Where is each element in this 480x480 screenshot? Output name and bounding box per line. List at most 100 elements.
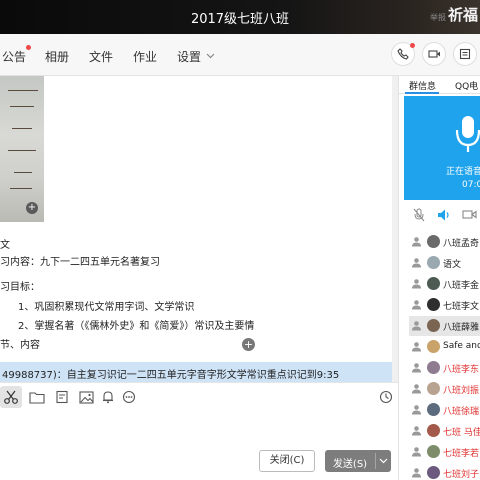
member-row[interactable]: 八班刘振 [409,379,480,399]
tab-qq-call[interactable]: QQ电 [455,79,478,92]
tab-settings[interactable]: 设置 [177,48,201,65]
member-name: Safe and [443,341,480,351]
tab-files[interactable]: 文件 [89,48,113,65]
notify-button[interactable] [97,386,119,408]
divider [375,453,376,469]
voice-timer: 07:0 [462,180,480,190]
message-line: 2、掌握名著（《儒林外史》和《简爱》）常识及主要情 [18,321,255,332]
avatar[interactable] [427,277,440,290]
avatar[interactable] [427,319,440,332]
video-camera-icon[interactable] [462,209,477,220]
close-button[interactable]: 关闭(C) [259,450,315,472]
avatar[interactable] [427,235,440,248]
person-icon [412,258,421,268]
zoom-icon[interactable]: + [242,338,255,351]
history-button[interactable] [375,386,397,408]
member-row[interactable]: 八班薛雅 [409,316,480,336]
person-icon [412,279,421,289]
person-icon [412,342,421,352]
avatar[interactable] [427,361,440,374]
group-nav-bar: 公告 相册 文件 作业 设置 [0,34,480,76]
member-row[interactable]: 七班李若 [409,442,480,462]
highlighted-message-text: 49988737)：自主复习识记一二四五单元字音字形文学常识重点识记到9:35 [2,370,340,381]
folder-icon [29,392,45,404]
voice-controls [404,204,480,226]
avatar[interactable] [427,424,440,437]
highlighted-message: 49988737)：自主复习识记一二四五单元字音字形文学常识重点识记到9:35 [0,362,392,382]
tab-homework[interactable]: 作业 [133,48,157,65]
chevron-down-icon[interactable] [379,454,388,468]
sticker-button[interactable] [51,386,73,408]
notification-dot [410,43,415,48]
member-name: 七班李若 [443,449,480,459]
message-line: 节、内容 [0,340,40,351]
screenshot-button[interactable] [0,386,22,408]
avatar[interactable] [427,445,440,458]
member-row[interactable]: 七班刘子 [409,463,480,480]
member-row[interactable]: 语文 [409,253,480,273]
window-title: 2017级七班八班 [190,12,290,27]
voice-status: 正在语音 [446,167,480,177]
member-name: 语文 [443,260,462,270]
person-icon [412,321,421,331]
member-row[interactable]: 七班 马佳 [409,421,480,441]
more-circle-icon [122,390,136,404]
image-icon [78,390,94,404]
member-name: 八班李金 [443,281,480,291]
bell-icon [103,391,113,404]
more-tools-button[interactable] [118,386,140,408]
member-name: 七班李文 [443,302,480,312]
avatar[interactable] [427,256,440,269]
tab-album[interactable]: 相册 [45,48,69,65]
send-button[interactable]: 发送(S) [325,450,391,472]
tab-announcement[interactable]: 公告 [2,48,26,65]
avatar[interactable] [427,340,440,353]
avatar[interactable] [427,298,440,311]
chevron-down-icon[interactable] [206,53,215,59]
member-row[interactable]: 八班徐瑞 [409,400,480,420]
message-input[interactable]: 关闭(C) 发送(S) [0,410,398,480]
person-icon [412,405,421,415]
voice-call-panel: 正在语音 07:0 [404,96,480,200]
person-icon [412,300,421,310]
member-row[interactable]: Safe and [409,337,480,357]
send-image-button[interactable] [75,386,97,408]
clock-icon [379,390,393,404]
right-panel: 群信息 QQ电 正在语音 07:0 八班孟奇语文八班李金七班李文八班薛雅 Safe… [398,76,480,480]
member-row[interactable]: 七班李文 [409,295,480,315]
shared-photo[interactable]: + [0,76,44,222]
member-row[interactable]: 八班李金 [409,274,480,294]
microphone-icon [455,116,480,152]
member-name: 七班 马佳 [443,428,480,438]
send-button-label: 发送(S) [332,459,368,470]
blessing-banner[interactable]: 祈福 [448,4,478,25]
member-name: 八班徐瑞 [443,407,480,417]
zoom-icon[interactable]: + [26,202,38,214]
avatar[interactable] [427,403,440,416]
report-link[interactable]: 举报 [430,12,446,23]
person-icon [412,426,421,436]
member-row[interactable]: 八班李东 [409,358,480,378]
notification-dot [26,45,31,50]
member-name: 七班刘子 [443,470,480,480]
avatar[interactable] [427,382,440,395]
classroom-icon [459,48,471,60]
person-icon [412,447,421,457]
person-icon [412,384,421,394]
mic-muted-icon[interactable] [413,208,425,222]
member-name: 八班孟奇 [443,239,480,249]
right-panel-tabs: 群信息 QQ电 [399,76,480,94]
speaker-icon[interactable] [437,208,451,222]
message-line: 1、巩固积累现代文常用字词、文学常识 [18,302,195,313]
video-call-button[interactable] [422,42,446,66]
chat-message-area[interactable]: + 文 习内容：九下一二四五单元名著复习 习目标： 1、巩固积累现代文常用字词、… [0,76,398,382]
send-file-button[interactable] [26,386,48,408]
person-icon [412,363,421,373]
phone-icon [397,48,409,60]
person-icon [412,468,421,478]
message-line: 文 [0,240,10,251]
member-row[interactable]: 八班孟奇 [409,232,480,252]
avatar[interactable] [427,466,440,479]
tab-group-info[interactable]: 群信息 [409,79,436,92]
classroom-button[interactable] [453,42,477,66]
